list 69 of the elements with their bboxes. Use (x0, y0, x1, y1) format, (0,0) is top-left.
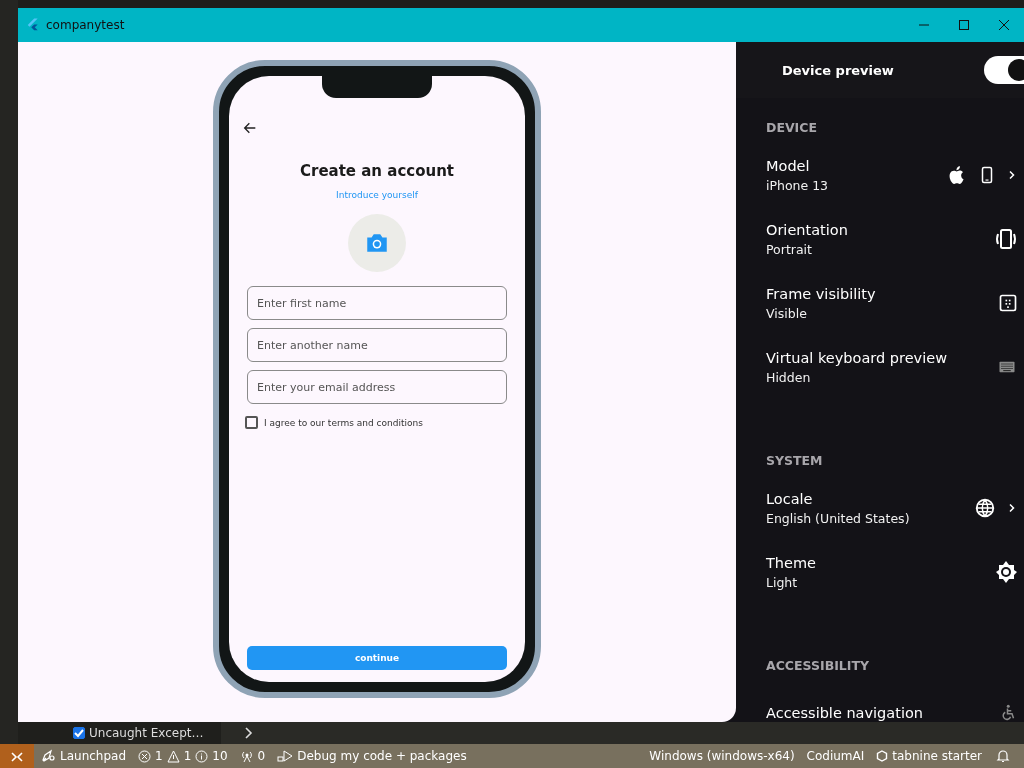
input-field[interactable]: Enter another name (247, 328, 507, 362)
bell-icon (996, 749, 1010, 763)
setting-value: Visible (766, 305, 808, 321)
checkbox-label: Uncaught Except… (89, 726, 204, 740)
setting-label: Orientation (766, 221, 849, 238)
error-count: 1 (155, 749, 163, 763)
continue-button[interactable]: continue (247, 646, 507, 670)
settings-item[interactable]: Theme Light (766, 540, 1024, 604)
flutter-logo-icon (26, 17, 40, 33)
back-arrow-icon[interactable] (242, 120, 258, 136)
setting-value: Light (766, 574, 799, 590)
checkbox-label: I agree to our terms and conditions (264, 417, 423, 428)
input-field[interactable]: Enter first name (247, 286, 507, 320)
setting-value: Hidden (766, 369, 812, 385)
frame-dots-icon (998, 293, 1018, 313)
warning-count: 1 (183, 749, 192, 763)
settings-item[interactable]: Virtual keyboard preview Hidden (766, 335, 1024, 399)
section-heading: ACCESSIBILITY (766, 658, 871, 673)
brightness-icon (994, 560, 1018, 584)
close-icon (999, 20, 1009, 30)
remote-icon (10, 749, 24, 763)
status-item[interactable]: CodiumAI (800, 744, 871, 768)
subtitle: Introduce yourself (336, 190, 418, 200)
status-item[interactable]: 0 (233, 744, 272, 768)
settings-item[interactable]: Model iPhone 13 (766, 143, 1024, 207)
problems-button[interactable]: 1 1 10 (132, 744, 234, 768)
settings-item[interactable]: Frame visibility Visible (766, 271, 1024, 335)
error-icon (138, 749, 152, 763)
setting-label: Model (766, 157, 811, 174)
settings-item[interactable]: Locale English (United States) (766, 476, 1024, 540)
setting-label: Virtual keyboard preview (766, 349, 948, 366)
status-item[interactable]: Launchpad (34, 744, 133, 768)
warning-icon (166, 749, 180, 763)
setting-value: English (United States) (766, 510, 911, 526)
chevron-right-icon[interactable] (243, 727, 253, 739)
phone-vibrate-icon (994, 227, 1018, 251)
setting-label: Locale (766, 490, 814, 507)
globe-icon (974, 497, 996, 519)
rocket-icon (40, 749, 56, 763)
setting-value: Portrait (766, 241, 813, 257)
status-text: 0 (257, 749, 266, 763)
settings-item[interactable]: Orientation Portrait (766, 207, 1024, 271)
section-heading: DEVICE (766, 120, 818, 135)
broadcast-icon (239, 749, 254, 763)
info-count: 10 (212, 749, 228, 763)
toggle-switch[interactable] (984, 56, 1024, 84)
info-icon (195, 749, 209, 763)
status-text: Launchpad (60, 749, 127, 763)
setting-label: Frame visibility (766, 285, 877, 302)
setting-label: Accessible navigation (766, 705, 924, 721)
checkbox[interactable] (73, 727, 85, 739)
status-item[interactable]: Debug my code + packages (271, 744, 473, 768)
settings-item[interactable]: Accessible navigation (766, 681, 1024, 722)
remote-button[interactable] (0, 744, 34, 768)
run-debug-icon (277, 749, 294, 763)
window-title: companytest (46, 18, 125, 32)
maximize-icon (959, 20, 969, 30)
section-heading: SYSTEM (766, 453, 824, 468)
screen-title: Create an account (300, 162, 454, 180)
status-text: tabnine starter (892, 749, 982, 763)
input-field[interactable]: Enter your email address (247, 370, 507, 404)
setting-label: Theme (766, 554, 817, 571)
status-text: Debug my code + packages (297, 749, 467, 763)
status-item[interactable]: Windows (windows-x64) (643, 744, 801, 768)
checkbox[interactable] (245, 416, 258, 429)
panel-title: Device preview (782, 62, 894, 78)
tabnine-icon (876, 750, 889, 762)
setting-value: iPhone 13 (766, 177, 830, 193)
status-item[interactable]: tabnine starter (870, 744, 988, 768)
